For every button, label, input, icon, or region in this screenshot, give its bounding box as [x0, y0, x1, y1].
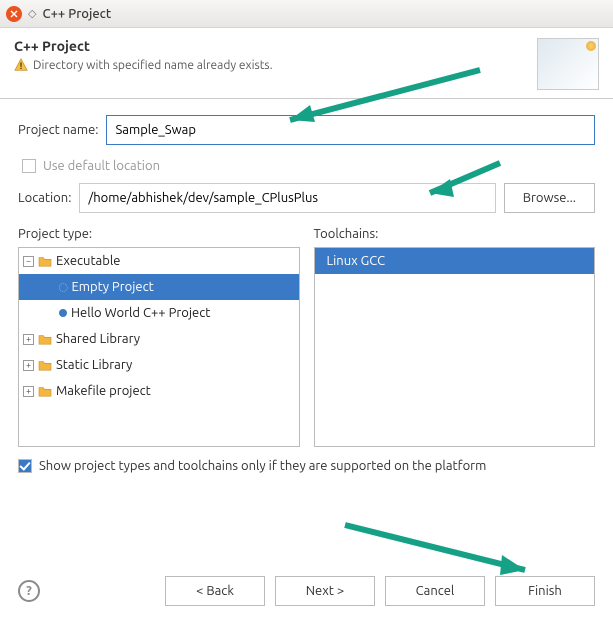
back-button[interactable]: < Back — [165, 576, 265, 606]
tree-item-label: Static Library — [56, 358, 132, 372]
folder-icon — [38, 385, 52, 397]
project-type-label: Project type: — [18, 227, 300, 241]
project-name-input[interactable] — [106, 115, 595, 145]
dialog-footer: ? < Back Next > Cancel Finish — [0, 562, 613, 624]
toolchain-item[interactable]: Linux GCC — [315, 248, 595, 274]
platform-filter-label[interactable]: Show project types and toolchains only i… — [39, 459, 486, 473]
platform-filter-checkbox[interactable] — [18, 459, 32, 473]
project-template-icon: ◌ — [59, 282, 67, 293]
tree-item-label: Shared Library — [56, 332, 140, 346]
wizard-banner-icon — [537, 38, 599, 90]
cancel-button[interactable]: Cancel — [385, 576, 485, 606]
warning-icon — [14, 58, 28, 72]
dialog-header: C++ Project Directory with specified nam… — [0, 28, 613, 99]
expand-icon[interactable]: + — [23, 386, 34, 397]
page-title: C++ Project — [14, 38, 527, 54]
tree-item-label: Makefile project — [56, 384, 151, 398]
location-label: Location: — [18, 191, 71, 205]
project-template-icon — [59, 309, 67, 317]
tree-item[interactable]: + Shared Library — [19, 326, 299, 352]
tree-item-label: Hello World C++ Project — [71, 306, 210, 320]
help-button[interactable]: ? — [18, 580, 40, 602]
finish-button[interactable]: Finish — [495, 576, 595, 606]
toolchains-list[interactable]: Linux GCC — [314, 247, 596, 447]
collapse-icon[interactable]: − — [23, 256, 34, 267]
expand-icon[interactable]: + — [23, 334, 34, 345]
tree-item[interactable]: + Static Library — [19, 352, 299, 378]
project-name-label: Project name: — [18, 123, 98, 137]
folder-icon — [38, 359, 52, 371]
folder-icon — [38, 333, 52, 345]
window-title: C++ Project — [42, 7, 111, 21]
tree-item-label: Executable — [56, 254, 120, 268]
project-type-tree[interactable]: − Executable ◌ Empty Project Hello World C++… — [18, 247, 300, 447]
header-message: Directory with specified name already ex… — [33, 59, 273, 72]
expand-icon[interactable]: + — [23, 360, 34, 371]
tree-item-selected[interactable]: ◌ Empty Project — [19, 274, 299, 300]
browse-button[interactable]: Browse... — [504, 183, 595, 213]
location-input[interactable] — [79, 183, 495, 213]
use-default-location-label[interactable]: Use default location — [43, 159, 160, 173]
folder-icon — [38, 255, 52, 267]
tree-item[interactable]: Hello World C++ Project — [19, 300, 299, 326]
close-icon[interactable] — [6, 6, 22, 22]
tree-item[interactable]: − Executable — [19, 248, 299, 274]
toolchains-label: Toolchains: — [314, 227, 596, 241]
tree-item-label: Empty Project — [71, 280, 153, 294]
window-titlebar: ◇ C++ Project — [0, 0, 613, 28]
restore-icon[interactable]: ◇ — [28, 7, 36, 20]
use-default-location-checkbox[interactable] — [22, 159, 36, 173]
next-button[interactable]: Next > — [275, 576, 375, 606]
tree-item[interactable]: + Makefile project — [19, 378, 299, 404]
